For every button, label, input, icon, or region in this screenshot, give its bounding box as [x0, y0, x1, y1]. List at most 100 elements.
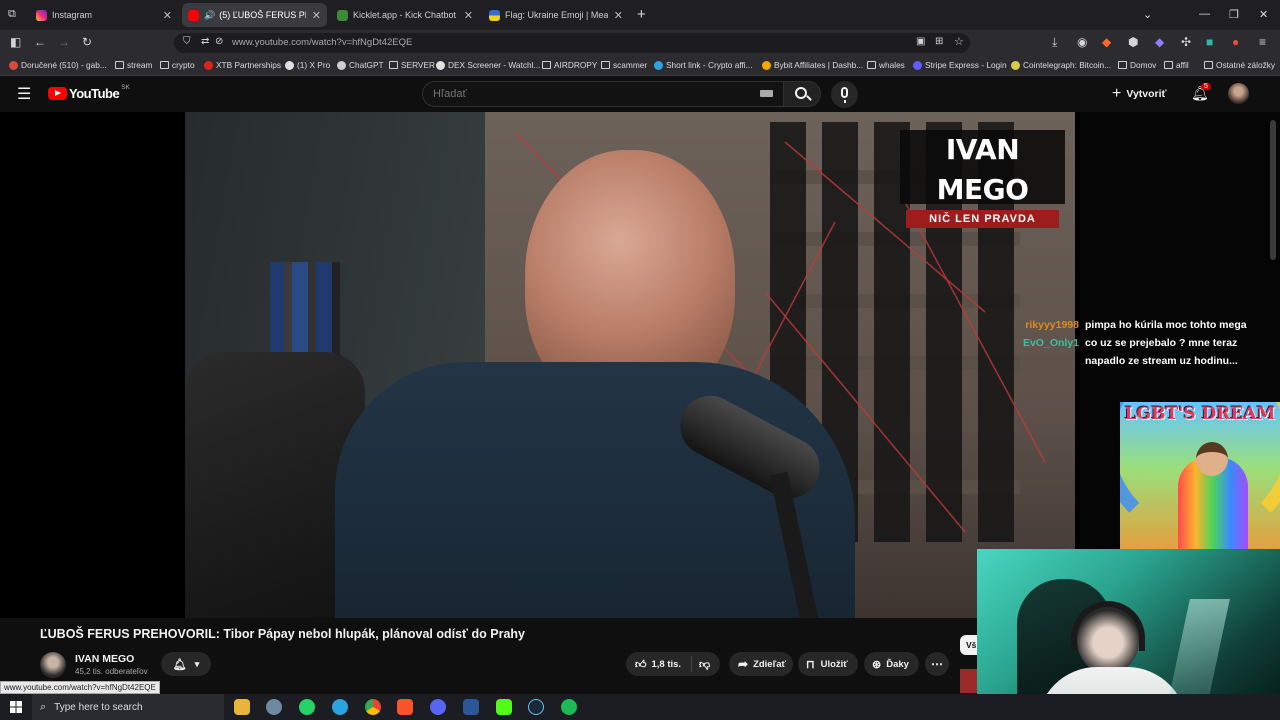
extension-badge-icon[interactable]: ⬢: [1128, 35, 1138, 49]
video-player[interactable]: IVAN MEGO NIČ LEN PRAVDA: [0, 112, 1080, 618]
bookmark-short-link-crypto-affi[interactable]: Short link - Crypto affi...: [654, 60, 753, 70]
back-arrow-icon[interactable]: ←: [34, 35, 46, 49]
thumbs-down-icon[interactable]: 👎︎: [699, 658, 710, 671]
subscribed-notifications-button[interactable]: 🔔︎ ▾: [161, 652, 211, 676]
url-text[interactable]: www.youtube.com/watch?v=hfNgDt42EQE: [232, 37, 412, 48]
sidebar-icon[interactable]: ◧: [10, 35, 21, 49]
tab-kicklet[interactable]: Kicklet.app - Kick Chatbot and ✕: [331, 3, 479, 27]
chip-label: Vš: [966, 640, 977, 650]
close-tab-icon[interactable]: ✕: [163, 9, 172, 22]
search-button[interactable]: [783, 81, 821, 107]
discord-icon[interactable]: [430, 699, 446, 715]
voice-search-button[interactable]: [831, 81, 858, 108]
steam-icon[interactable]: [528, 699, 544, 715]
forward-arrow-icon[interactable]: →: [58, 35, 70, 49]
word-icon[interactable]: [463, 699, 479, 715]
reload-icon[interactable]: ↻: [82, 35, 92, 49]
address-bar[interactable]: ⛉ ⇄ ⊘ www.youtube.com/watch?v=hfNgDt42EQ…: [174, 33, 970, 53]
bookmark-stripe-express-login[interactable]: Stripe Express - Login: [913, 60, 1007, 70]
tab-instagram[interactable]: Instagram ✕: [30, 3, 178, 27]
restore-window-icon[interactable]: ❐: [1229, 8, 1239, 21]
audio-playing-icon[interactable]: 🔊: [204, 10, 215, 21]
bookmark-label: Cointelegraph: Bitcoin...: [1023, 60, 1112, 70]
scrollbar[interactable]: [1270, 120, 1276, 260]
extension-purple-icon[interactable]: ◆: [1155, 35, 1164, 49]
close-tab-icon[interactable]: ✕: [614, 9, 623, 22]
bookmark-ostatn-z-lo-ky[interactable]: Ostatné záložky: [1204, 60, 1275, 70]
bookmark-crypto[interactable]: crypto: [160, 60, 195, 70]
bookmark-whales[interactable]: whales: [867, 60, 905, 70]
taskbar-search[interactable]: ⌕ Type here to search: [32, 694, 224, 720]
create-button[interactable]: + Vytvoriť: [1112, 82, 1167, 106]
lgbt-dream-banner: LGBT'S DREAM: [1120, 402, 1280, 549]
share-button[interactable]: ➦ Zdieľať: [729, 652, 793, 676]
folder-icon: [115, 61, 124, 69]
close-window-icon[interactable]: ✕: [1259, 8, 1268, 21]
chatgpt-icon: [337, 60, 346, 70]
bookmark-affil[interactable]: affil: [1164, 60, 1189, 70]
bookmark-airdropy[interactable]: AIRDROPY: [542, 60, 597, 70]
kick-app-icon[interactable]: [496, 699, 512, 715]
bookmark-xtb-partnerships[interactable]: XTB Partnerships: [204, 60, 281, 70]
bookmark-label: whales: [879, 60, 905, 70]
extension-red-icon[interactable]: ●: [1232, 35, 1239, 49]
youtube-logo[interactable]: YouTube SK: [48, 84, 130, 101]
telegram-icon[interactable]: [332, 699, 348, 715]
bookmark-stream[interactable]: stream: [115, 60, 152, 70]
shield-icon[interactable]: ⛉: [183, 36, 191, 47]
file-explorer-icon[interactable]: [234, 699, 250, 715]
close-tab-icon[interactable]: ✕: [312, 9, 321, 22]
tab-emojipedia[interactable]: Flag: Ukraine Emoji | Meaning ✕: [483, 3, 629, 27]
minimize-window-icon[interactable]: —: [1199, 8, 1210, 20]
settings-app-icon[interactable]: [266, 699, 282, 715]
account-icon[interactable]: ◉: [1077, 35, 1087, 49]
bookmark-1-x-pro[interactable]: (1) X Pro: [285, 60, 330, 70]
search-input[interactable]: [433, 86, 733, 102]
extension-fox-icon[interactable]: ◆: [1102, 35, 1111, 49]
more-actions-button[interactable]: ⋯: [925, 652, 949, 676]
bookmark-chatgpt[interactable]: ChatGPT: [337, 60, 384, 70]
bookmark-star-icon[interactable]: ☆: [954, 35, 964, 48]
bookmark-domov[interactable]: Domov: [1118, 60, 1156, 70]
related-thumbnail[interactable]: [960, 669, 978, 693]
search-box[interactable]: [422, 81, 784, 107]
keyboard-icon[interactable]: [760, 90, 773, 97]
windows-start-icon[interactable]: [10, 701, 22, 713]
whatsapp-icon[interactable]: [299, 699, 315, 715]
hamburger-menu-icon[interactable]: ☰: [17, 84, 31, 104]
bookmark-cointelegraph-bitcoin[interactable]: Cointelegraph: Bitcoin...: [1011, 60, 1111, 70]
chrome-icon[interactable]: [365, 699, 381, 715]
like-button[interactable]: 👍︎ 1,8 tis.: [626, 656, 692, 672]
bookmark-bybit-affiliates-dashb[interactable]: Bybit Affiliates | Dashb...: [762, 60, 863, 70]
site-settings-icon[interactable]: ⇄: [201, 36, 209, 47]
tracking-off-icon[interactable]: ⊘: [215, 36, 223, 47]
bookmark-label: stream: [127, 60, 153, 70]
tab-list-chevron-icon[interactable]: ⌄: [1143, 8, 1152, 21]
bookmark-dex-screener-watchl[interactable]: DEX Screener - Watchl...: [436, 60, 540, 70]
close-tab-icon[interactable]: ✕: [464, 9, 473, 22]
bookmark-server[interactable]: SERVER: [389, 60, 435, 70]
save-button[interactable]: ⊓ Uložiť: [798, 652, 858, 676]
bookmark-label: Ostatné záložky: [1216, 60, 1276, 70]
channel-name[interactable]: IVAN MEGO: [75, 653, 134, 665]
media-icon[interactable]: ⊞: [935, 36, 943, 47]
bookmark-doru-en-510-gab[interactable]: Doručené (510) - gab...: [9, 60, 107, 70]
extension-teal-icon[interactable]: ■: [1206, 35, 1213, 49]
picture-in-picture-icon[interactable]: ▣: [916, 36, 925, 47]
brave-browser-icon[interactable]: [397, 699, 413, 715]
bookmark-label: Short link - Crypto affi...: [666, 60, 753, 70]
show-logo-subtitle: NIČ LEN PRAVDA: [906, 210, 1059, 228]
extensions-puzzle-icon[interactable]: ✣: [1181, 35, 1191, 49]
thanks-button[interactable]: ⊛ Ďaky: [864, 652, 919, 676]
bookmark-scammer[interactable]: scammer: [601, 60, 647, 70]
downloads-icon[interactable]: ⤓: [1052, 35, 1057, 50]
channel-avatar[interactable]: [40, 652, 66, 678]
tab-youtube-active[interactable]: 🔊 (5) ĽUBOŠ FERUS PREHOVORIL ✕: [182, 3, 327, 27]
new-tab-button[interactable]: +: [637, 6, 646, 23]
avatar[interactable]: [1228, 83, 1249, 104]
tab-actions-icon[interactable]: ⧉: [8, 8, 16, 21]
spotify-icon[interactable]: [561, 699, 577, 715]
menu-dots-icon[interactable]: ≡: [1259, 35, 1266, 49]
more-dots-icon: ⋯: [931, 657, 943, 671]
link-icon: [654, 60, 663, 70]
